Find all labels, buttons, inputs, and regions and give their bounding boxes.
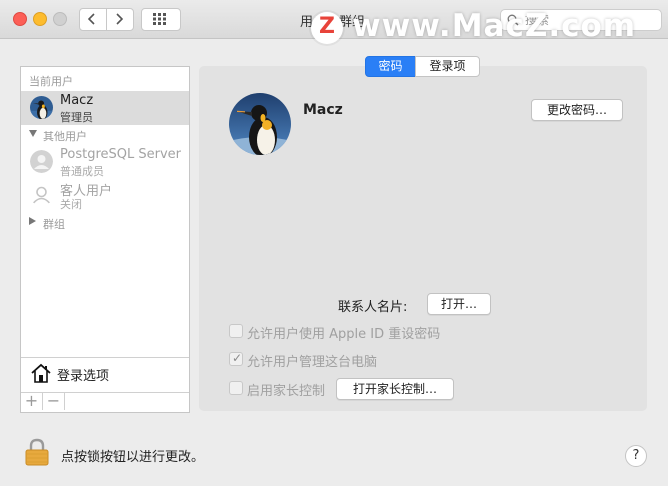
- help-button[interactable]: ?: [625, 445, 647, 467]
- admin-checkbox[interactable]: ✓: [229, 351, 243, 366]
- login-options-item[interactable]: 登录选项: [21, 358, 189, 390]
- user-role: 普通成员: [60, 165, 104, 178]
- tab-password[interactable]: 密码: [365, 56, 416, 77]
- back-button[interactable]: [79, 8, 107, 31]
- lock-message: 点按锁按钮以进行更改。: [61, 450, 205, 465]
- users-sidebar: 当前用户 Macz 管理员 其他用户 PostgreSQL Server 普通成…: [20, 66, 190, 413]
- disclosure-triangle-down-icon[interactable]: [29, 130, 37, 137]
- open-contact-button[interactable]: 打开…: [427, 293, 491, 315]
- current-users-heading: 当前用户: [29, 75, 73, 88]
- close-window-button[interactable]: [13, 12, 27, 26]
- user-item-guest[interactable]: 客人用户 关闭: [21, 178, 189, 212]
- guest-user-icon: [30, 183, 53, 206]
- contact-card-label: 联系人名片:: [338, 300, 408, 315]
- user-item-postgresql[interactable]: PostgreSQL Server 普通成员: [21, 145, 189, 179]
- other-users-heading: 其他用户: [43, 130, 87, 143]
- user-name: Macz: [60, 93, 94, 108]
- tab-login-items[interactable]: 登录项: [415, 56, 480, 77]
- groups-heading: 群组: [43, 218, 65, 231]
- forward-button[interactable]: [106, 8, 134, 31]
- checkbox-label: 启用家长控制: [247, 384, 326, 399]
- user-avatar[interactable]: [229, 93, 291, 155]
- add-user-button[interactable]: +: [21, 393, 43, 410]
- generic-user-avatar-icon: [30, 150, 53, 173]
- login-options-label: 登录选项: [57, 369, 110, 384]
- user-full-name: Macz: [303, 102, 343, 118]
- checkmark-icon: ✓: [232, 351, 243, 365]
- penguin-avatar: [229, 93, 291, 155]
- apple-id-reset-checkbox[interactable]: [229, 324, 243, 338]
- minimize-window-button[interactable]: [33, 12, 47, 26]
- checkbox-label: 允许用户使用 Apple ID 重设密码: [247, 327, 441, 342]
- zoom-window-button[interactable]: [53, 12, 67, 26]
- lock-icon: [25, 438, 49, 466]
- watermark-logo: Z: [311, 12, 343, 44]
- user-name: PostgreSQL Server: [60, 147, 181, 162]
- change-password-button[interactable]: 更改密码…: [531, 99, 623, 121]
- show-all-button[interactable]: [141, 8, 181, 31]
- checkbox-label: 允许用户管理这台电脑: [247, 355, 378, 370]
- lock-button[interactable]: [24, 438, 50, 470]
- watermark-text: www.MacZ.com: [352, 8, 637, 44]
- penguin-avatar: [30, 96, 53, 119]
- grid-icon: [153, 13, 166, 25]
- house-icon: [31, 363, 51, 383]
- parental-controls-checkbox[interactable]: [229, 381, 243, 395]
- open-parental-controls-button[interactable]: 打开家长控制…: [336, 378, 454, 400]
- chevron-left-icon: [88, 13, 95, 25]
- user-role: 关闭: [60, 198, 82, 211]
- disclosure-triangle-right-icon[interactable]: [29, 217, 36, 225]
- user-item-macz[interactable]: Macz 管理员: [21, 91, 189, 125]
- remove-user-button[interactable]: −: [43, 393, 65, 410]
- user-role: 管理员: [60, 111, 93, 124]
- chevron-right-icon: [116, 13, 123, 25]
